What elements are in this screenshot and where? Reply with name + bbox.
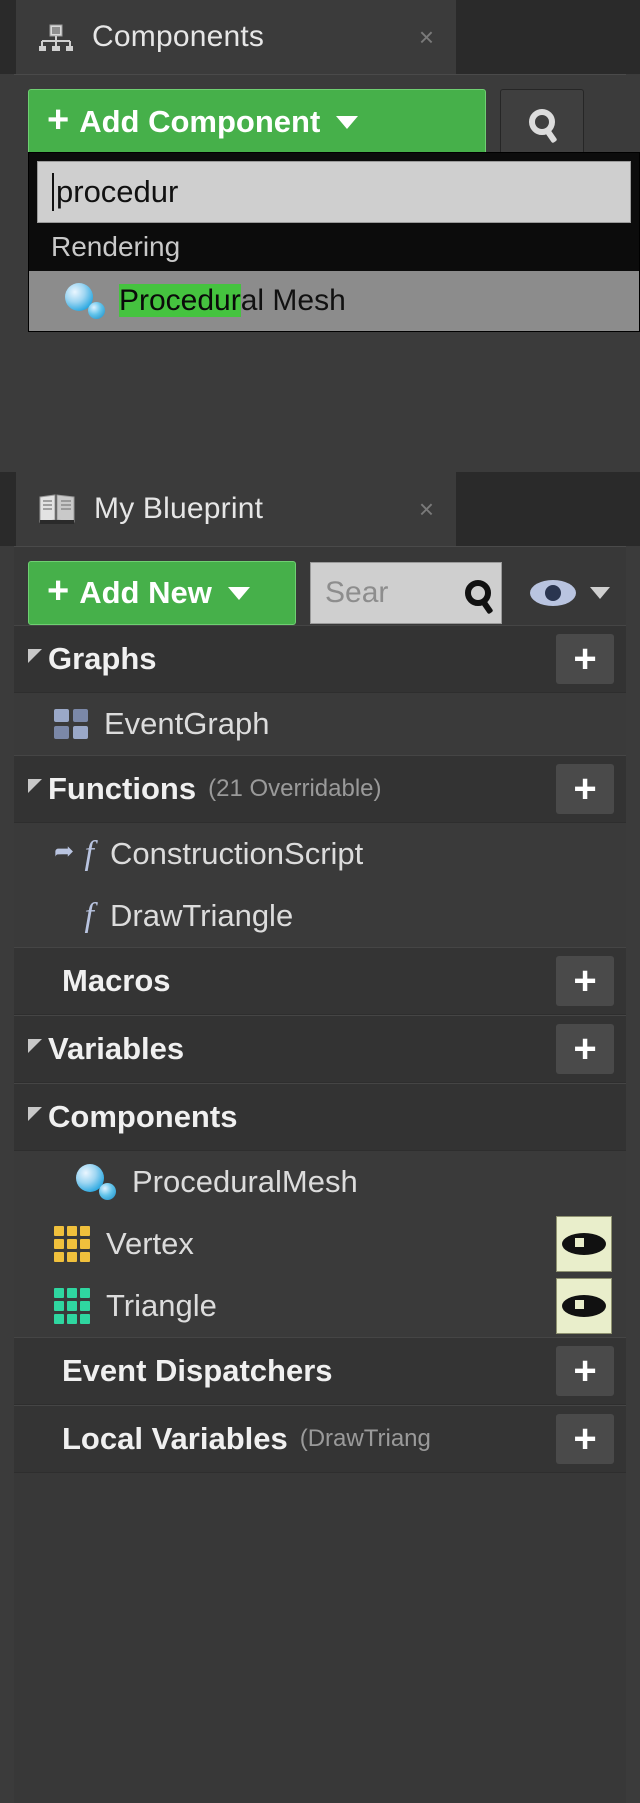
procedural-mesh-icon	[76, 1164, 116, 1200]
eye-icon	[562, 1295, 606, 1317]
plus-icon: +	[47, 99, 70, 141]
components-tabstrip: Components ×	[0, 0, 640, 74]
add-new-label: Add New	[79, 575, 212, 610]
tree-item-label: ConstructionScript	[110, 836, 364, 871]
result-category-header: Rendering	[29, 223, 639, 271]
section-subtitle: (DrawTriang	[299, 1425, 431, 1452]
construction-script-icon: ➦ f	[54, 835, 94, 872]
disclosure-triangle-icon[interactable]	[28, 1107, 42, 1121]
blueprint-tree: Graphs + EventGraph Functions (21 Overridabl…	[14, 625, 626, 1473]
component-search-input[interactable]: procedur	[37, 161, 631, 223]
close-icon[interactable]: ×	[419, 24, 434, 50]
text-cursor	[52, 173, 54, 211]
components-panel: Components × + Add Component procedur Re…	[0, 0, 640, 472]
add-event-dispatchers-button[interactable]: +	[556, 1346, 614, 1396]
visibility-toggle-button[interactable]	[556, 1216, 612, 1272]
chevron-down-icon[interactable]	[590, 587, 610, 599]
add-new-button[interactable]: + Add New	[28, 561, 296, 625]
tree-item-label: Triangle	[106, 1288, 217, 1323]
section-title: Functions	[48, 771, 197, 806]
section-header-local-variables[interactable]: Local Variables (DrawTriang +	[14, 1405, 626, 1473]
my-blueprint-toolbar: + Add New Sear	[14, 547, 626, 625]
disclosure-triangle-icon[interactable]	[28, 1039, 42, 1053]
component-search-button[interactable]	[500, 89, 584, 155]
section-subtitle: (21 Overridable)	[208, 775, 382, 802]
add-macros-button[interactable]: +	[556, 956, 614, 1006]
add-variables-button[interactable]: +	[556, 1024, 614, 1074]
section-title: Local Variables	[62, 1421, 288, 1456]
chevron-down-icon	[336, 115, 359, 129]
plus-icon: +	[47, 570, 70, 612]
add-component-label: Add Component	[79, 104, 321, 139]
section-header-event-dispatchers[interactable]: Event Dispatchers +	[14, 1337, 626, 1405]
close-icon[interactable]: ×	[419, 496, 434, 522]
myblueprint-tabstrip: My Blueprint ×	[0, 472, 640, 546]
visibility-toggle-button[interactable]	[556, 1278, 612, 1334]
search-placeholder: Sear	[325, 576, 389, 609]
visibility-options[interactable]	[530, 580, 610, 606]
tab-components-label: Components	[92, 20, 265, 53]
section-header-functions[interactable]: Functions (21 Overridable) +	[14, 755, 626, 823]
search-result-procedural-mesh[interactable]: Procedural Mesh	[29, 271, 639, 331]
add-graphs-button[interactable]: +	[556, 634, 614, 684]
event-graph-icon	[54, 709, 88, 739]
function-icon: f	[84, 897, 94, 934]
tab-components[interactable]: Components ×	[16, 0, 456, 74]
section-title: Components	[48, 1099, 238, 1134]
chevron-down-icon	[227, 586, 250, 600]
add-functions-button[interactable]: +	[556, 764, 614, 814]
tree-item-label: Vertex	[106, 1226, 194, 1261]
disclosure-triangle-icon[interactable]	[28, 779, 42, 793]
section-title: Event Dispatchers	[62, 1353, 333, 1388]
unreal-blueprint-editor: Components × + Add Component procedur Re…	[0, 0, 640, 1803]
section-title: Macros	[62, 963, 171, 998]
tab-my-blueprint-label: My Blueprint	[94, 492, 264, 525]
section-header-graphs[interactable]: Graphs +	[14, 625, 626, 693]
section-header-components[interactable]: Components	[14, 1083, 626, 1151]
component-search-value: procedur	[56, 174, 179, 209]
procedural-mesh-icon	[65, 283, 105, 319]
blueprint-book-icon	[38, 493, 76, 525]
my-blueprint-body: + Add New Sear Graphs + EventGraph Function…	[14, 546, 626, 1803]
array-icon	[54, 1288, 90, 1324]
result-rest-text: al Mesh	[240, 284, 346, 317]
tree-item-label: DrawTriangle	[110, 898, 294, 933]
tree-item[interactable]: Vertex	[14, 1213, 626, 1275]
eye-icon[interactable]	[530, 580, 576, 606]
section-header-variables[interactable]: Variables +	[14, 1015, 626, 1083]
components-icon	[38, 19, 74, 55]
section-title: Variables	[48, 1031, 185, 1066]
section-header-macros[interactable]: Macros +	[14, 947, 626, 1015]
my-blueprint-panel: My Blueprint × + Add New Sear Graphs + E…	[0, 472, 640, 1803]
components-toolbar: + Add Component	[14, 75, 626, 155]
add-component-button[interactable]: + Add Component	[28, 89, 486, 155]
section-title: Graphs	[48, 641, 157, 676]
tree-item[interactable]: ProceduralMesh	[14, 1151, 626, 1213]
result-match-text: Procedur	[119, 284, 241, 317]
tree-item[interactable]: ➦ f ConstructionScript	[14, 823, 626, 885]
search-icon	[529, 109, 558, 144]
tree-item[interactable]: Triangle	[14, 1275, 626, 1337]
add-local-variables-button[interactable]: +	[556, 1414, 614, 1464]
tree-item-label: ProceduralMesh	[132, 1164, 358, 1199]
tab-my-blueprint[interactable]: My Blueprint ×	[16, 472, 456, 546]
tree-item[interactable]: EventGraph	[14, 693, 626, 755]
tree-item[interactable]: f DrawTriangle	[14, 885, 626, 947]
array-icon	[54, 1226, 90, 1262]
tree-item-label: EventGraph	[104, 706, 270, 741]
search-icon	[465, 580, 494, 615]
component-search-popup: procedur Rendering Procedural Mesh	[28, 152, 640, 332]
search-input[interactable]: Sear	[310, 562, 502, 624]
eye-icon	[562, 1233, 606, 1255]
disclosure-triangle-icon[interactable]	[28, 649, 42, 663]
